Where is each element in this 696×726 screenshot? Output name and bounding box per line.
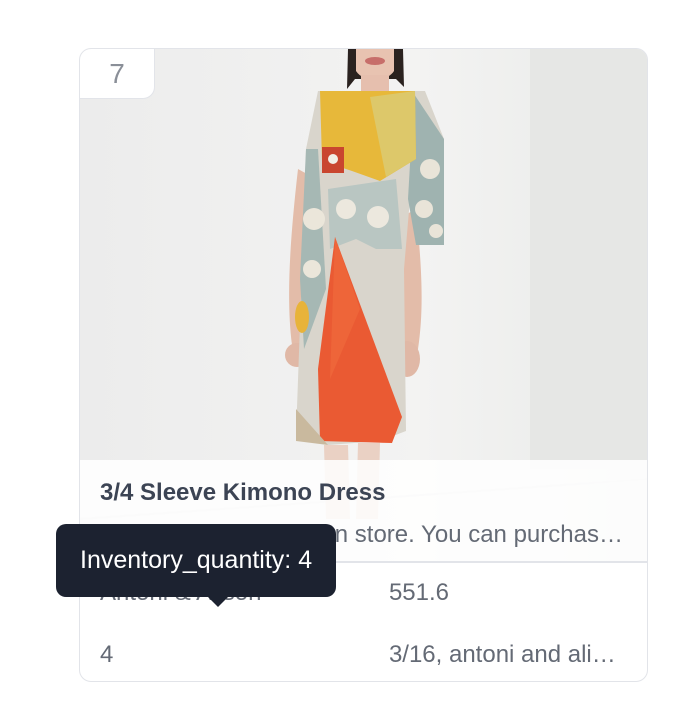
inventory-quantity-tooltip: Inventory_quantity: 4	[56, 524, 337, 597]
tooltip-arrow	[207, 596, 229, 607]
card-field-row: 4 3/16, antoni and alison, kimono dress	[80, 625, 647, 681]
price-field[interactable]: 551.6	[369, 579, 647, 607]
product-title[interactable]: 3/4 Sleeve Kimono Dress	[100, 478, 627, 508]
card-index-badge: 7	[80, 49, 155, 99]
inventory-quantity-field[interactable]: 4	[80, 641, 369, 669]
tags-field[interactable]: 3/16, antoni and alison, kimono dress	[369, 641, 647, 669]
